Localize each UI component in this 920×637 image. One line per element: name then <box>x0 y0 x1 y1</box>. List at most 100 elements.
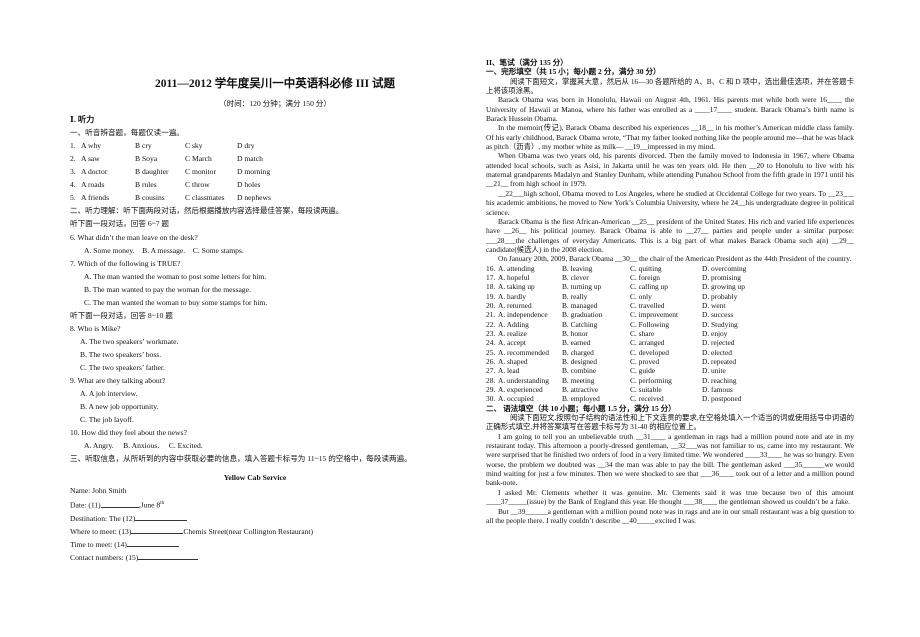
question-number: 30. <box>486 394 496 404</box>
cloze-paragraph: On January 20th, 2009, Barack Obama __30… <box>498 254 852 264</box>
blank-14[interactable] <box>126 538 179 548</box>
option-c: C. only <box>630 291 652 301</box>
option-c: C. Following <box>630 319 670 329</box>
option-c: C classmates <box>185 193 225 203</box>
option-b: B daughter <box>135 167 169 177</box>
option-d: D match <box>237 154 263 164</box>
cloze-option-row: 24. A. accept B. earned C. arranged D. rejec… <box>486 338 854 347</box>
question-number: 2. <box>70 154 76 164</box>
question-number: 29. <box>486 385 496 395</box>
question-9-option-a: A. A job interview. <box>80 389 138 399</box>
grammar-heading: 二、 语法填空（共 10 小题；每小题 1.5 分，满分 15 分） <box>486 403 676 413</box>
option-d: D morning <box>237 167 271 177</box>
question-number: 20. <box>486 300 496 310</box>
phonetics-question: 5. A friends B cousins C classmates D nephew… <box>70 191 440 204</box>
option-d: D. went <box>702 300 726 310</box>
cloze-instruction: 阅读下面短文，掌握其大意，然后从 16—30 各题所给的 A、B、C 和 D 项… <box>486 76 854 96</box>
option-a: A. understanding <box>498 375 549 385</box>
cloze-option-row: 30. A. occupied B. employed C. received D. p… <box>486 394 854 403</box>
option-d: D. reaching <box>702 375 737 385</box>
option-a: A. taking up <box>498 282 535 292</box>
question-6: 6. What didn’t the man leave on the desk… <box>70 232 198 242</box>
option-d: D dry <box>237 141 255 151</box>
question-7-option-a: A. The man wanted the woman to post some… <box>84 271 267 281</box>
option-a: A. realize <box>498 328 527 338</box>
option-c: C. travelled <box>630 300 665 310</box>
blank-12[interactable] <box>135 512 188 522</box>
option-a: A. occupied <box>498 394 534 404</box>
option-a: A roads <box>81 180 105 190</box>
question-number: 22. <box>486 319 496 329</box>
question-8-option-b: B. The two speakers’ boss. <box>80 349 162 359</box>
question-10-options: A. Angry. B. Anxious. C. Excited. <box>84 441 203 451</box>
option-c: C. performing <box>630 375 672 385</box>
option-a: A. accept <box>498 338 526 348</box>
cloze-option-row: 21. A. independence B. graduation C. improv… <box>486 310 854 319</box>
option-c: C. suitable <box>630 385 662 395</box>
question-number: 28. <box>486 375 496 385</box>
option-a: A saw <box>81 154 100 164</box>
option-a: A. experienced <box>498 385 543 395</box>
cab-time-label: Time to meet: (14) <box>70 540 127 550</box>
option-b: B Soya <box>135 154 158 164</box>
dialog2-note: 听下面一段对话，回答 8~10 题 <box>70 310 173 320</box>
question-9: 9. What are they talking about? <box>70 376 166 386</box>
option-c: C. calling up <box>630 282 668 292</box>
phonetics-question: 3. A doctor B daughter C monitor D morning <box>70 165 440 178</box>
option-b: B. graduation <box>562 310 603 320</box>
blank-13[interactable] <box>131 525 184 535</box>
grammar-instruction: 阅读下面短文,按照句子结构的语法性和上下文连贯的要求,在空格处填入一个适当的词或… <box>486 413 854 432</box>
option-c: C. received <box>630 394 664 404</box>
option-b: B. clever <box>562 272 589 282</box>
section-listening-heading: Ⅰ. 听力 <box>70 115 95 125</box>
option-c: C sky <box>185 141 203 151</box>
question-8: 8. Who is Mike? <box>70 323 121 333</box>
option-b: B. employed <box>562 394 600 404</box>
grammar-paragraph: But __39______a gentleman with a million… <box>486 506 854 525</box>
cab-time: Time to meet: (14) <box>70 538 440 551</box>
right-column: II、笔试（满分 135 分） 一、完形填空（共 15 小；每小题 2 分，满分… <box>486 58 854 525</box>
option-b: B cousins <box>135 193 165 203</box>
cloze-option-row: 17. A. hopeful B. clever C. foreign D. promi… <box>486 273 854 282</box>
option-a: A. lead <box>498 366 520 376</box>
question-6-options: A. Some money. B. A message. C. Some sta… <box>84 245 244 255</box>
cab-date-label: Date: (11) <box>70 500 101 510</box>
cloze-paragraph: When Obama was two years old, his parent… <box>486 151 854 189</box>
blank-11[interactable] <box>100 499 139 508</box>
left-column: 2011—2012 学年度吴川一中英语科必修 III 试题 （时间：120 分钟… <box>70 78 440 564</box>
cloze-paragraph: Barack Obama was born in Honolulu, Hawai… <box>486 95 854 124</box>
question-number: 24. <box>486 338 496 348</box>
option-a: A. hardly <box>498 291 526 301</box>
cloze-option-row: 20. A. returned B. managed C. travelled D. w… <box>486 301 854 310</box>
question-8-option-a: A. The two speakers’ workmate. <box>80 336 179 346</box>
cab-form-title: Yellow Cab Service <box>223 473 287 483</box>
option-c: C. share <box>630 328 655 338</box>
cloze-option-row: 29. A. experienced B. attractive C. suitabl… <box>486 385 854 394</box>
option-b: B. charged <box>562 347 594 357</box>
part2-instruction: 二、听力理解：听下面两段对话，然后根据播放内容选择最佳答案，每段读两遍。 <box>70 206 344 216</box>
part1-instruction: 一、听音辨音题，每题仅读一遍。 <box>70 128 184 138</box>
cab-destination: Destination: The (12) <box>70 512 440 525</box>
question-9-option-c: C. The job layoff. <box>80 415 134 425</box>
grammar-passage: I am going to tell you an unbelievable t… <box>486 432 854 525</box>
question-number: 18. <box>486 282 496 292</box>
option-a: A why <box>81 141 102 151</box>
phonetics-question: 1. A why B cry C sky D dry <box>70 139 440 152</box>
option-d: D. growing up <box>702 282 745 292</box>
option-c: C throw <box>185 180 210 190</box>
cloze-option-row: 26. A. shaped B. designed C. proved D. repea… <box>486 357 854 366</box>
option-b: B. leaving <box>562 263 593 273</box>
option-a: A. shaped <box>498 357 528 366</box>
option-a: A friends <box>81 193 110 203</box>
option-d: D. rejected <box>702 338 735 348</box>
option-b: B. Catching <box>562 319 598 329</box>
blank-15[interactable] <box>138 551 199 561</box>
question-number: 1. <box>70 141 76 151</box>
phonetics-list: 1. A why B cry C sky D dry 2. A saw B Soya C Mar… <box>70 139 440 204</box>
option-c: C March <box>185 154 212 164</box>
dialog1-note: 听下面一段对话，回答 6~7 题 <box>70 219 170 229</box>
phonetics-question: 4. A roads B rules C throw D holes <box>70 178 440 191</box>
phonetics-question: 2. A saw B Soya C March D match <box>70 152 440 165</box>
question-number: 25. <box>486 347 496 357</box>
cab-name: Name: John Smith <box>70 486 127 496</box>
